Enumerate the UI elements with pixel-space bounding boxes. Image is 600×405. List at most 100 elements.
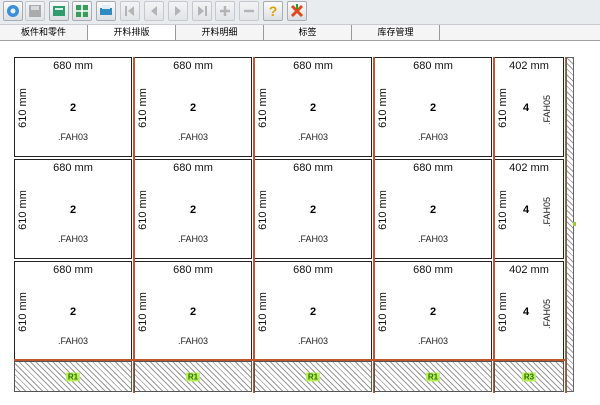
panel-part-code: .FAH03	[297, 336, 328, 346]
panel-part[interactable]: 680 mm 610 mm 2 .FAH03	[14, 159, 132, 259]
open-button[interactable]	[3, 1, 23, 21]
panel-width-label: 680 mm	[173, 264, 213, 276]
panel-quantity: 2	[69, 306, 77, 318]
svg-text:?: ?	[269, 3, 278, 19]
panel-width-label: 402 mm	[509, 60, 549, 72]
panel-quantity: 2	[69, 204, 77, 216]
panel-part[interactable]: 680 mm 610 mm 2 .FAH03	[134, 261, 252, 361]
panel-part[interactable]: 680 mm 610 mm 2 .FAH03	[374, 261, 492, 361]
tab-1[interactable]: 板件和零件	[0, 25, 88, 40]
offcut-remnant[interactable]: R1	[254, 361, 372, 392]
panel-height-label: 610 mm	[497, 190, 509, 230]
open-icon	[7, 5, 19, 17]
panel-quantity: 4	[522, 204, 530, 216]
panel-width-label: 680 mm	[413, 60, 453, 72]
last-page-icon	[198, 6, 207, 16]
help-icon: ?	[269, 3, 278, 19]
panel-width-label: 680 mm	[173, 162, 213, 174]
panel-part-code: .FAH05	[542, 298, 552, 330]
panel-part[interactable]: 680 mm 610 mm 2 .FAH03	[374, 57, 492, 157]
zoom-in-icon	[220, 6, 230, 16]
panel-quantity: 2	[429, 204, 437, 216]
panel-part[interactable]: 680 mm 610 mm 2 .FAH03	[134, 159, 252, 259]
panel-part-code: .FAH05	[542, 196, 552, 228]
panel-part-code: .FAH03	[177, 234, 208, 244]
zoom-out-button[interactable]	[239, 1, 259, 21]
panel-part[interactable]: 402 mm 610 mm 4 .FAH05	[494, 57, 564, 157]
offcut-label: R1	[185, 372, 201, 381]
layout-button[interactable]	[72, 1, 92, 21]
offcut-label: R1	[425, 372, 441, 381]
edit-icon	[53, 6, 65, 16]
panel-quantity: 2	[69, 102, 77, 114]
panel-width-label: 680 mm	[293, 264, 333, 276]
panel-width-label: 680 mm	[413, 162, 453, 174]
panel-height-label: 610 mm	[497, 88, 509, 128]
offcut-label: R1	[65, 372, 81, 381]
panel-part-code: .FAH03	[417, 336, 448, 346]
offcut-remnant[interactable]: R1	[374, 361, 492, 392]
panel-part-code: .FAH03	[417, 132, 448, 142]
layout-icon	[76, 5, 88, 17]
panel-width-label: 680 mm	[293, 162, 333, 174]
exit-icon	[290, 4, 304, 18]
offcut-remnant[interactable]: R3	[494, 361, 564, 392]
cut-line	[253, 57, 255, 393]
panel-part-code: .FAH03	[57, 132, 88, 142]
panel-part-code: .FAH03	[297, 234, 328, 244]
panel-part[interactable]: 680 mm 610 mm 2 .FAH03	[14, 57, 132, 157]
cut-line	[133, 57, 135, 393]
prev-page-icon	[151, 6, 157, 16]
tab-bar: 板件和零件 开料排版 开料明细 标签 库存管理	[0, 25, 600, 41]
last-page-button[interactable]	[192, 1, 212, 21]
panel-quantity: 2	[189, 204, 197, 216]
offcut-label: R1	[305, 372, 321, 381]
save-icon	[29, 5, 41, 17]
next-page-button[interactable]	[168, 1, 188, 21]
panel-part[interactable]: 402 mm 610 mm 4 .FAH05	[494, 261, 564, 361]
edge-marker	[573, 222, 576, 226]
tab-3[interactable]: 开料明细	[176, 25, 264, 40]
edit-button[interactable]	[49, 1, 69, 21]
offcut-remnant[interactable]: R1	[134, 361, 252, 392]
offcut-remnant[interactable]: R1	[14, 361, 132, 392]
panel-quantity: 2	[429, 306, 437, 318]
panel-height-label: 610 mm	[497, 292, 509, 332]
panel-part[interactable]: 680 mm 610 mm 2 .FAH03	[254, 159, 372, 259]
zoom-out-icon	[244, 9, 254, 13]
panel-width-label: 402 mm	[509, 264, 549, 276]
panel-part[interactable]: 680 mm 610 mm 2 .FAH03	[254, 57, 372, 157]
panel-part[interactable]: 680 mm 610 mm 2 .FAH03	[134, 57, 252, 157]
panel-width-label: 680 mm	[53, 264, 93, 276]
panel-part[interactable]: 680 mm 610 mm 2 .FAH03	[254, 261, 372, 361]
panel-part-code: .FAH03	[177, 336, 208, 346]
zoom-in-button[interactable]	[215, 1, 235, 21]
panel-part-code: .FAH03	[57, 234, 88, 244]
panel-width-label: 680 mm	[53, 162, 93, 174]
tab-5[interactable]: 库存管理	[352, 25, 440, 40]
tab-4[interactable]: 标签	[264, 25, 352, 40]
prev-page-button[interactable]	[144, 1, 164, 21]
print-icon	[100, 5, 112, 15]
print-button[interactable]	[96, 1, 116, 21]
panel-quantity: 2	[429, 102, 437, 114]
nesting-layout-canvas[interactable]: 680 mm 610 mm 2 .FAH03 680 mm 610 mm 2 .FAH03 68…	[0, 41, 600, 405]
panel-quantity: 4	[522, 306, 530, 318]
panel-quantity: 2	[309, 204, 317, 216]
offcut-label: R3	[521, 372, 537, 381]
tab-2[interactable]: 开料排版	[88, 25, 176, 40]
toolbar: ?	[0, 0, 600, 25]
help-button[interactable]: ?	[263, 1, 283, 21]
panel-part-code: .FAH03	[177, 132, 208, 142]
save-button[interactable]	[25, 1, 45, 21]
exit-button[interactable]	[287, 1, 307, 21]
panel-part[interactable]: 680 mm 610 mm 2 .FAH03	[374, 159, 492, 259]
first-page-button[interactable]	[120, 1, 140, 21]
panel-part[interactable]: 402 mm 610 mm 4 .FAH05	[494, 159, 564, 259]
cut-line	[493, 57, 495, 393]
panel-part-code: .FAH03	[297, 132, 328, 142]
first-page-icon	[125, 6, 134, 16]
panel-width-label: 402 mm	[509, 162, 549, 174]
panel-part-code: .FAH03	[57, 336, 88, 346]
panel-part[interactable]: 680 mm 610 mm 2 .FAH03	[14, 261, 132, 361]
